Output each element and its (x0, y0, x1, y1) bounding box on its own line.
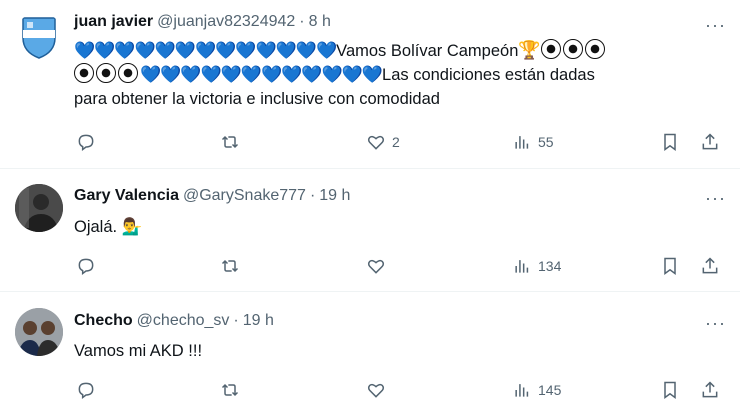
display-name[interactable]: Checho (74, 312, 133, 329)
timestamp[interactable]: 8 h (309, 13, 331, 30)
like-button[interactable] (366, 254, 392, 278)
reply-button[interactable] (76, 130, 102, 154)
bookmark-button[interactable] (660, 378, 680, 402)
reply-icon (78, 134, 94, 151)
more-icon[interactable]: ··· (705, 16, 726, 34)
post-header: juan javier @juanjav82324942 · 8 h (74, 13, 331, 31)
soccer-ball-icon (540, 39, 561, 59)
bookmark-icon (664, 133, 676, 151)
soccer-ball-icon (118, 63, 138, 83)
repost-icon (221, 135, 239, 149)
repost-icon (221, 383, 239, 397)
post-gary-valencia[interactable]: Gary Valencia @GarySnake777 · 19 h ··· Ojal… (0, 169, 740, 287)
post-text-line-3: para obtener la victoria e inclusive con… (74, 90, 440, 108)
avatar[interactable] (15, 308, 63, 356)
views-icon (515, 384, 529, 397)
separator-dot: · (299, 13, 305, 30)
share-icon (702, 381, 718, 398)
like-button[interactable]: 2 (366, 130, 400, 154)
post-text-segment: Vamos Bolívar Campeón (336, 42, 519, 60)
user-handle[interactable]: @GarySnake777 (183, 187, 306, 204)
soccer-ball-icon (562, 39, 583, 59)
share-icon (702, 257, 718, 274)
more-icon[interactable]: ··· (705, 314, 726, 332)
reply-icon (78, 258, 94, 275)
like-icon (367, 383, 385, 398)
soccer-ball-icon (74, 63, 94, 83)
timestamp[interactable]: 19 h (319, 187, 350, 204)
share-button[interactable] (700, 254, 720, 278)
post-text: 💙💙💙💙💙💙💙💙💙💙💙💙💙Vamos Bolívar Campeón🏆 💙💙💙💙… (74, 38, 724, 111)
avatar-photo-icon (15, 184, 63, 232)
bolivar-crest-icon (22, 17, 56, 59)
repost-button[interactable] (220, 254, 246, 278)
bookmark-icon (664, 381, 676, 399)
blue-hearts-emoji: 💙💙💙💙💙💙💙💙💙💙💙💙 (140, 65, 383, 84)
reply-button[interactable] (76, 254, 102, 278)
bookmark-button[interactable] (660, 130, 680, 154)
avatar[interactable] (15, 184, 63, 232)
display-name[interactable]: juan javier (74, 13, 153, 30)
share-button[interactable] (700, 378, 720, 402)
views-icon (515, 260, 529, 273)
post-text-line-1: 💙💙💙💙💙💙💙💙💙💙💙💙💙Vamos Bolívar Campeón🏆 (74, 38, 724, 63)
like-icon (367, 259, 385, 274)
post-header: Gary Valencia @GarySnake777 · 19 h (74, 187, 350, 205)
user-handle[interactable]: @checho_sv (137, 312, 230, 329)
share-button[interactable] (700, 130, 720, 154)
view-count: 145 (538, 382, 562, 398)
views-button[interactable]: 145 (512, 378, 561, 402)
timestamp[interactable]: 19 h (243, 312, 274, 329)
views-button[interactable]: 134 (512, 254, 561, 278)
avatar[interactable] (15, 12, 63, 60)
share-icon (702, 133, 718, 150)
action-bar: 134 (74, 254, 724, 278)
action-bar: 2 55 (74, 130, 724, 154)
post-text-line-2: 💙💙💙💙💙💙💙💙💙💙💙💙Las condiciones están dadas (74, 63, 724, 87)
post-text-segment: Las condiciones están dadas (382, 66, 595, 84)
views-icon (515, 136, 529, 149)
action-bar: 145 (74, 378, 724, 402)
post-text: Vamos mi AKD !!! (74, 342, 203, 360)
avatar-photo-icon (15, 308, 63, 356)
soccer-ball-icon (584, 39, 605, 59)
views-button[interactable]: 55 (512, 130, 554, 154)
post-text: Ojalá. 💁‍♂️ (74, 218, 143, 236)
user-handle[interactable]: @juanjav82324942 (157, 13, 295, 30)
more-icon[interactable]: ··· (705, 189, 726, 207)
view-count: 55 (538, 134, 554, 150)
post-juan-javier[interactable]: juan javier @juanjav82324942 · 8 h ··· 💙💙💙💙… (0, 0, 740, 164)
view-count: 134 (538, 258, 562, 274)
repost-icon (221, 259, 239, 273)
post-header: Checho @checho_sv · 19 h (74, 312, 274, 330)
separator-dot: · (233, 312, 239, 329)
repost-button[interactable] (220, 378, 246, 402)
repost-button[interactable] (220, 130, 246, 154)
like-icon (367, 135, 385, 150)
separator-dot: · (309, 187, 316, 204)
like-count: 2 (392, 134, 400, 150)
like-button[interactable] (366, 378, 392, 402)
bookmark-icon (664, 257, 676, 275)
reply-icon (78, 382, 94, 399)
bookmark-button[interactable] (660, 254, 680, 278)
soccer-ball-icon (96, 63, 116, 83)
post-checho[interactable]: Checho @checho_sv · 19 h ··· Vamos mi AKD !… (0, 292, 740, 416)
trophy-emoji: 🏆 (518, 40, 541, 60)
display-name[interactable]: Gary Valencia (74, 187, 179, 204)
reply-button[interactable] (76, 378, 102, 402)
blue-hearts-emoji: 💙💙💙💙💙💙💙💙💙💙💙💙💙 (74, 41, 337, 60)
